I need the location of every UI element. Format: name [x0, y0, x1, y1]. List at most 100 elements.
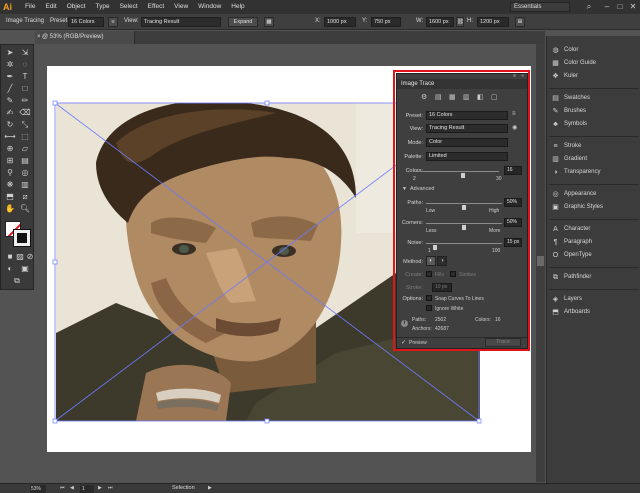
panel-artboards[interactable]: ⬒ Artboards: [547, 307, 640, 319]
colors-field[interactable]: 16: [504, 166, 522, 175]
snap-curves-checkbox[interactable]: [426, 295, 432, 301]
paths-slider-knob[interactable]: [462, 205, 466, 210]
preview-checkbox[interactable]: ✓: [401, 340, 407, 346]
abutting-method-icon[interactable]: ◐: [426, 256, 436, 266]
corners-slider-knob[interactable]: [462, 225, 466, 230]
menu-effect[interactable]: Effect: [143, 0, 170, 14]
menu-edit[interactable]: Edit: [40, 0, 61, 14]
panel-stroke[interactable]: ≡ Stroke: [547, 141, 640, 153]
menu-select[interactable]: Select: [115, 0, 143, 14]
panel-kuler[interactable]: ❖ Kuler: [547, 71, 640, 83]
panel-color[interactable]: ◍ Color: [547, 45, 640, 57]
high-color-icon[interactable]: ▤: [435, 93, 444, 102]
menu-type[interactable]: Type: [90, 0, 114, 14]
panel-graphic-styles[interactable]: ▣ Graphic Styles: [547, 202, 640, 214]
panel-layers[interactable]: ◈ Layers: [547, 294, 640, 306]
search-icon[interactable]: ⌕: [584, 1, 594, 12]
preset-select[interactable]: 16 Colors: [426, 111, 508, 120]
h-field[interactable]: 1200 px: [477, 17, 509, 27]
ignore-white-checkbox[interactable]: [426, 305, 432, 311]
rectangle-tool-icon[interactable]: □: [18, 83, 32, 95]
prev-page-icon[interactable]: ◀: [70, 485, 74, 491]
outline-icon[interactable]: ▢: [491, 93, 500, 102]
panel-appearance[interactable]: ◎ Appearance: [547, 189, 640, 201]
noise-slider-knob[interactable]: [433, 245, 437, 250]
panel-character[interactable]: A Character: [547, 224, 640, 236]
menu-window[interactable]: Window: [193, 0, 226, 14]
trace-button[interactable]: Trace: [485, 338, 521, 347]
next-page-icon[interactable]: ▶: [98, 485, 102, 491]
scale-tool-icon[interactable]: ⤡: [18, 119, 32, 131]
mesh-tool-icon[interactable]: ⊞: [3, 155, 17, 167]
eye-icon[interactable]: ◉: [512, 124, 517, 131]
corners-field[interactable]: 50%: [504, 218, 522, 227]
hand-tool-icon[interactable]: ✋: [3, 203, 17, 215]
rotate-tool-icon[interactable]: ↻: [3, 119, 17, 131]
vertical-scrollbar[interactable]: [536, 44, 545, 482]
change-screen-mode-icon[interactable]: ⧉: [10, 275, 24, 287]
symbol-sprayer-tool-icon[interactable]: ❋: [3, 179, 17, 191]
panel-pathfinder[interactable]: ⧉ Pathfinder: [547, 272, 640, 284]
panel-symbols[interactable]: ♣ Symbols: [547, 119, 640, 131]
colors-slider-knob[interactable]: [461, 173, 465, 178]
first-page-icon[interactable]: ⏮: [60, 485, 65, 491]
x-field[interactable]: 1000 px: [324, 17, 356, 27]
scrollbar-thumb[interactable]: [537, 256, 544, 266]
paths-field[interactable]: 50%: [504, 198, 522, 207]
close-icon[interactable]: ✕: [628, 1, 638, 12]
lasso-tool-icon[interactable]: ◌: [18, 59, 32, 71]
palette-select[interactable]: Limited: [426, 152, 508, 161]
menu-view[interactable]: View: [169, 0, 193, 14]
stroke-field[interactable]: 10 px: [432, 283, 452, 292]
advanced-label[interactable]: Advanced: [410, 186, 434, 192]
selection-tool-icon[interactable]: ➤: [3, 47, 17, 59]
stroke-swatch[interactable]: [13, 229, 31, 247]
paintbrush-tool-icon[interactable]: ✎: [3, 95, 17, 107]
overlapping-method-icon[interactable]: ◑: [437, 256, 447, 266]
fills-checkbox[interactable]: [426, 271, 432, 277]
status-menu-icon[interactable]: ▶: [208, 485, 212, 491]
last-page-icon[interactable]: ⏭: [108, 485, 113, 491]
preset-select[interactable]: 16 Colors: [68, 17, 104, 27]
strokes-checkbox[interactable]: [450, 271, 456, 277]
tab-close-icon[interactable]: ×: [37, 31, 41, 44]
menu-object[interactable]: Object: [62, 0, 91, 14]
colors-slider[interactable]: [413, 171, 499, 172]
direct-selection-tool-icon[interactable]: ⇲: [18, 47, 32, 59]
eyedropper-tool-icon[interactable]: ⚲: [3, 167, 17, 179]
panel-opentype[interactable]: O OpenType: [547, 250, 640, 262]
black-white-icon[interactable]: ◧: [477, 93, 486, 102]
expand-button[interactable]: Expand: [228, 17, 258, 27]
perspective-grid-tool-icon[interactable]: ▱: [18, 143, 32, 155]
corners-slider[interactable]: [426, 223, 502, 224]
pencil-tool-icon[interactable]: ✏: [18, 95, 32, 107]
type-tool-icon[interactable]: T: [18, 71, 32, 83]
auto-color-icon[interactable]: ⚙: [421, 93, 430, 102]
column-graph-tool-icon[interactable]: ▥: [18, 179, 32, 191]
slice-tool-icon[interactable]: ⧄: [18, 191, 32, 203]
panel-transparency[interactable]: ◑ Transparency: [547, 167, 640, 179]
blob-brush-tool-icon[interactable]: ✍: [3, 107, 17, 119]
document-tab[interactable]: @ 53% (RGB/Preview) ×: [35, 31, 135, 44]
artboard-tool-icon[interactable]: ⬒: [3, 191, 17, 203]
transform-icon[interactable]: ⊞: [515, 17, 525, 27]
y-field[interactable]: 750 px: [371, 17, 401, 27]
workspace-switcher[interactable]: Essentials: [510, 2, 570, 12]
maximize-icon[interactable]: □: [615, 1, 625, 12]
line-tool-icon[interactable]: ╱: [3, 83, 17, 95]
low-color-icon[interactable]: ▦: [449, 93, 458, 102]
gradient-tool-icon[interactable]: ▤: [18, 155, 32, 167]
eraser-tool-icon[interactable]: ⌫: [18, 107, 32, 119]
view-select[interactable]: Tracing Result: [426, 124, 508, 133]
view-select[interactable]: Tracing Result: [141, 17, 221, 27]
noise-slider[interactable]: [426, 243, 502, 244]
page-field[interactable]: 1: [80, 485, 94, 493]
zoom-field[interactable]: 53%: [30, 485, 46, 493]
zoom-tool-icon[interactable]: 🔍︎: [18, 203, 32, 215]
magic-wand-tool-icon[interactable]: ✲: [3, 59, 17, 71]
shape-builder-tool-icon[interactable]: ⊕: [3, 143, 17, 155]
preset-menu-icon[interactable]: ≡: [512, 111, 516, 117]
mode-select[interactable]: Color: [426, 138, 508, 147]
noise-field[interactable]: 15 px: [504, 238, 522, 247]
panel-swatches[interactable]: ▤ Swatches: [547, 93, 640, 105]
